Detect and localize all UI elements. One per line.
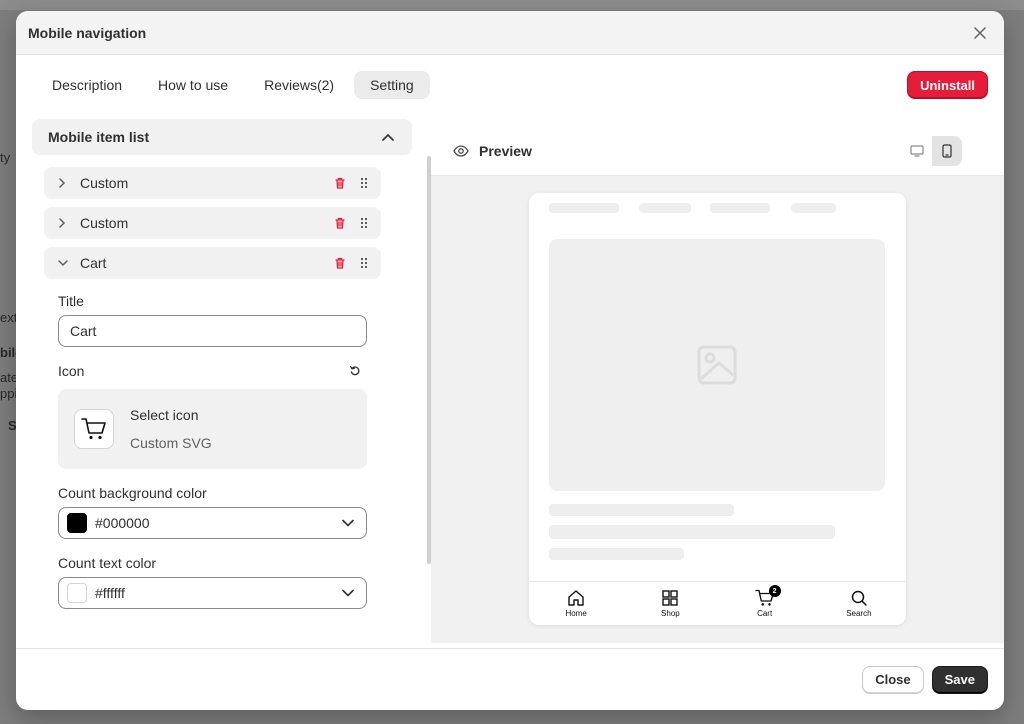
modal-title: Mobile navigation <box>28 24 147 41</box>
icon-type-label: Custom SVG <box>130 435 212 451</box>
delete-icon[interactable] <box>333 216 347 230</box>
color-swatch-white <box>67 583 87 603</box>
background-text: ty <box>0 150 11 165</box>
icon-label: Icon <box>58 363 367 379</box>
cart-icon <box>74 409 114 449</box>
count-background-color-select[interactable]: #000000 <box>58 507 367 539</box>
tab-how-to-use[interactable]: How to use <box>142 71 244 99</box>
settings-panel: Mobile item list Custom Custom Cart Titl… <box>32 119 412 649</box>
background-strip <box>0 0 1024 10</box>
tab-description[interactable]: Description <box>36 71 138 99</box>
nav-item-search[interactable]: Search <box>812 582 906 625</box>
icon-picker[interactable]: Select icon Custom SVG <box>58 389 367 469</box>
image-icon <box>697 345 737 385</box>
reset-icon[interactable] <box>349 365 361 377</box>
chevron-down-icon <box>342 519 354 527</box>
title-label: Title <box>58 293 367 309</box>
background-text: ext <box>0 310 18 325</box>
drag-handle-icon[interactable] <box>359 256 369 270</box>
modal-footer: Close Save <box>16 648 1004 710</box>
skeleton-line <box>639 203 691 213</box>
skeleton-line <box>710 203 770 213</box>
mobile-navigation-modal: Mobile navigation Description How to use… <box>16 11 1004 710</box>
tab-setting[interactable]: Setting <box>354 71 430 99</box>
nav-label: Shop <box>661 609 680 618</box>
skeleton-line <box>549 548 684 560</box>
skeleton-line <box>549 525 835 539</box>
nav-item-cart[interactable]: 2 Cart <box>718 582 812 625</box>
chevron-down-icon <box>58 257 70 269</box>
tabs: Description How to use Reviews(2) Settin… <box>36 69 988 101</box>
close-icon[interactable] <box>968 21 992 45</box>
count-bg-value: #000000 <box>95 515 150 531</box>
list-item[interactable]: Custom <box>44 207 381 239</box>
preview-panel: Preview Home Shop 2 Cart Search <box>431 127 1004 643</box>
list-item-name: Cart <box>80 255 107 271</box>
count-bg-label: Count background color <box>58 485 367 501</box>
title-input[interactable] <box>58 315 367 347</box>
cart-item-form: Title Icon Select icon Custom SVG Count … <box>58 293 367 609</box>
count-text-label-text: Count text color <box>58 555 157 571</box>
color-swatch-black <box>67 513 87 533</box>
eye-icon <box>453 145 469 157</box>
desktop-view-button[interactable] <box>902 136 932 166</box>
uninstall-button[interactable]: Uninstall <box>907 71 988 99</box>
delete-icon[interactable] <box>333 256 347 270</box>
list-item-name: Custom <box>80 175 129 191</box>
chevron-right-icon <box>58 177 70 189</box>
icon-label-text: Icon <box>58 363 85 379</box>
preview-title: Preview <box>479 143 532 159</box>
nav-label: Home <box>565 609 587 618</box>
drag-handle-icon[interactable] <box>359 216 369 230</box>
section-title: Mobile item list <box>48 129 150 145</box>
mobile-bottom-nav: Home Shop 2 Cart Search <box>529 581 906 625</box>
list-item[interactable]: Cart <box>44 247 381 279</box>
nav-label: Cart <box>757 609 773 618</box>
search-icon <box>851 590 867 606</box>
list-item-name: Custom <box>80 215 129 231</box>
nav-item-shop[interactable]: Shop <box>623 582 717 625</box>
count-text-label: Count text color <box>58 555 367 571</box>
count-text-color-select[interactable]: #ffffff <box>58 577 367 609</box>
save-button[interactable]: Save <box>931 665 988 694</box>
list-item[interactable]: Custom <box>44 167 381 199</box>
skeleton-line <box>549 504 734 516</box>
mobile-view-button[interactable] <box>932 136 962 166</box>
chevron-right-icon <box>58 217 70 229</box>
preview-header: Preview <box>431 127 1004 176</box>
home-icon <box>568 590 584 606</box>
phone-preview: Home Shop 2 Cart Search <box>529 193 906 625</box>
chevron-up-icon <box>382 133 394 141</box>
modal-header: Mobile navigation <box>16 11 1004 55</box>
count-bg-label-text: Count background color <box>58 485 207 501</box>
select-icon-label: Select icon <box>130 407 199 423</box>
background-text: ppi <box>0 386 18 401</box>
nav-label: Search <box>846 609 872 618</box>
skeleton-line <box>791 203 836 213</box>
mobile-icon <box>942 144 952 158</box>
desktop-icon <box>910 145 924 157</box>
skeleton-line <box>549 203 619 213</box>
grid-icon <box>662 590 679 606</box>
nav-item-home[interactable]: Home <box>529 582 623 625</box>
device-toggle <box>902 136 962 166</box>
close-button[interactable]: Close <box>862 665 924 694</box>
icon-picker-texts: Select icon Custom SVG <box>130 407 212 451</box>
image-placeholder <box>549 239 885 491</box>
count-text-value: #ffffff <box>95 585 125 601</box>
chevron-down-icon <box>342 589 354 597</box>
mobile-item-list-header[interactable]: Mobile item list <box>32 119 412 155</box>
drag-handle-icon[interactable] <box>359 176 369 190</box>
cart-count-badge: 2 <box>768 585 781 597</box>
tab-reviews[interactable]: Reviews(2) <box>248 71 350 99</box>
title-label-text: Title <box>58 293 84 309</box>
delete-icon[interactable] <box>333 176 347 190</box>
